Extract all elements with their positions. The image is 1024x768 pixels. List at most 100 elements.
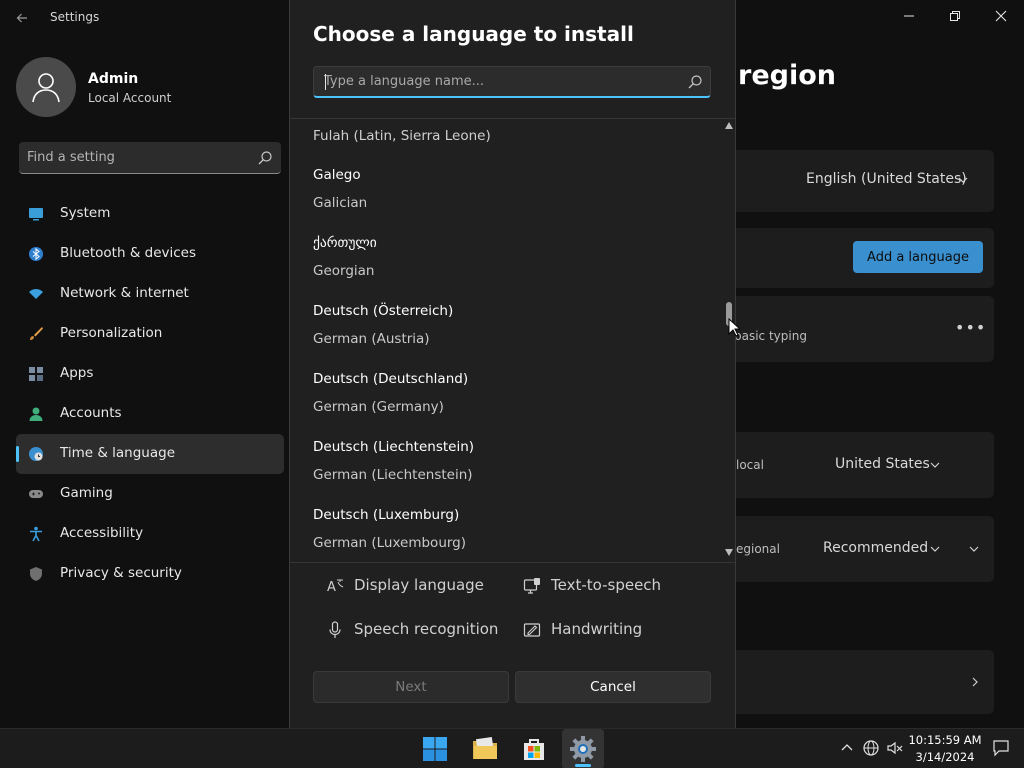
sidebar-item-privacy[interactable]: Privacy & security <box>16 554 284 594</box>
profile-account-type: Local Account <box>88 91 172 105</box>
sidebar-item-bluetooth[interactable]: Bluetooth & devices <box>16 234 284 274</box>
language-english-name: German (Austria) <box>313 331 430 347</box>
next-button[interactable]: Next <box>313 671 509 703</box>
sidebar-item-label: Network & internet <box>60 285 189 301</box>
divider <box>290 562 735 563</box>
sidebar-item-time-language[interactable]: Time & language <box>16 434 284 474</box>
sidebar-item-label: Apps <box>60 365 94 381</box>
text-caret <box>325 74 326 90</box>
list-item[interactable]: Deutsch (Liechtenstein) German (Liechten… <box>290 439 722 507</box>
language-globe-icon[interactable] <box>862 739 880 757</box>
dialog-title: Choose a language to install <box>313 22 634 46</box>
svg-text:A: A <box>327 580 336 595</box>
list-item[interactable]: ქართული Georgian <box>290 235 722 303</box>
settings-taskbar-button[interactable] <box>562 729 604 768</box>
notification-icon[interactable] <box>992 739 1010 757</box>
list-item[interactable]: Deutsch (Deutschland) German (Germany) <box>290 371 722 439</box>
bluetooth-icon <box>29 247 43 261</box>
language-search-input[interactable] <box>314 67 674 96</box>
wifi-icon <box>29 289 43 299</box>
selection-indicator <box>16 446 19 462</box>
user-profile[interactable]: Admin Local Account <box>16 56 266 118</box>
clock-time[interactable]: 10:15:59 AM <box>905 733 985 747</box>
user-icon <box>32 73 60 103</box>
sidebar-item-label: Bluetooth & devices <box>60 245 197 261</box>
start-button[interactable] <box>414 729 456 768</box>
chevron-down-icon <box>930 462 940 468</box>
speaker-muted-icon[interactable] <box>886 739 904 757</box>
chevron-up-icon[interactable] <box>838 739 856 757</box>
close-button[interactable] <box>978 0 1024 32</box>
active-app-indicator <box>575 764 591 767</box>
avatar <box>16 57 76 117</box>
scroll-down-arrow-icon[interactable] <box>725 549 733 556</box>
sidebar-item-label: Gaming <box>60 485 113 501</box>
language-native-name: Deutsch (Deutschland) <box>313 371 469 387</box>
cancel-button[interactable]: Cancel <box>515 671 711 703</box>
file-explorer-button[interactable] <box>464 729 506 768</box>
search-icon[interactable] <box>257 150 273 166</box>
restore-button[interactable] <box>932 0 978 32</box>
sidebar-item-gaming[interactable]: Gaming <box>16 474 284 514</box>
apps-icon <box>29 367 43 381</box>
sidebar-item-network[interactable]: Network & internet <box>16 274 284 314</box>
expand-chevron-icon[interactable] <box>969 544 979 554</box>
find-setting-input[interactable] <box>19 142 249 173</box>
sidebar-item-personalization[interactable]: Personalization <box>16 314 284 354</box>
language-native-name: Deutsch (Liechtenstein) <box>313 439 475 455</box>
minimize-icon <box>904 15 914 17</box>
country-dropdown[interactable]: United States <box>835 456 930 472</box>
language-english-name: German (Liechtenstein) <box>313 467 473 483</box>
list-item[interactable]: Deutsch (Luxemburg) German (Luxembourg) <box>290 507 722 562</box>
sidebar-item-apps[interactable]: Apps <box>16 354 284 394</box>
more-options-icon[interactable]: ••• <box>955 318 986 337</box>
choose-language-dialog: Choose a language to install Fulah (Lati… <box>289 0 736 728</box>
globe-clock-icon <box>29 447 43 461</box>
feature-label: Text-to-speech <box>551 576 662 594</box>
store-button[interactable] <box>513 729 555 768</box>
sidebar-item-accounts[interactable]: Accounts <box>16 394 284 434</box>
scroll-up-arrow-icon[interactable] <box>725 122 733 129</box>
chevron-down-icon <box>930 546 940 552</box>
regional-format-dropdown[interactable]: Recommended <box>823 540 928 556</box>
store-icon <box>524 739 544 760</box>
language-search-box <box>313 66 711 98</box>
person-icon <box>29 407 43 421</box>
sidebar-item-accessibility[interactable]: Accessibility <box>16 514 284 554</box>
add-language-button[interactable]: Add a language <box>853 241 983 273</box>
card-label-fragment: egional <box>736 542 780 556</box>
minimize-button[interactable] <box>886 0 932 32</box>
mouse-pointer-icon <box>728 318 740 337</box>
list-scrollbar[interactable] <box>724 122 734 558</box>
start-icon <box>423 737 447 761</box>
app-title: Settings <box>50 10 100 24</box>
sidebar-nav: System Bluetooth & devices Network & int… <box>16 194 284 594</box>
taskbar: 10:15:59 AM 3/14/2024 <box>0 728 1024 768</box>
sidebar-item-label: Accessibility <box>60 525 144 541</box>
language-native-name: Deutsch (Österreich) <box>313 303 454 319</box>
chevron-right-icon <box>972 677 978 687</box>
sidebar-item-label: Accounts <box>60 405 122 421</box>
sidebar-item-system[interactable]: System <box>16 194 284 234</box>
back-arrow-icon[interactable] <box>12 8 32 28</box>
list-item[interactable]: Fulah (Latin, Sierra Leone) <box>313 128 491 144</box>
display-language-icon: A <box>327 579 344 595</box>
chevron-down-icon <box>958 177 968 183</box>
handwriting-icon <box>523 623 541 637</box>
list-item[interactable]: Galego Galician <box>290 167 722 235</box>
find-setting-box <box>19 142 281 174</box>
language-english-name: Georgian <box>313 263 375 279</box>
list-item[interactable]: Deutsch (Österreich) German (Austria) <box>290 303 722 371</box>
feature-label: Handwriting <box>551 620 643 638</box>
restore-icon <box>950 11 960 21</box>
card-label-fragment: basic typing <box>734 329 807 343</box>
display-language-dropdown[interactable]: English (United States) <box>806 171 967 187</box>
clock-date[interactable]: 3/14/2024 <box>905 750 985 764</box>
search-icon[interactable] <box>687 74 703 90</box>
related-setting-card[interactable] <box>700 650 994 714</box>
feature-label: Speech recognition <box>354 620 499 638</box>
microphone-icon <box>329 621 341 638</box>
language-english-name: Galician <box>313 195 368 211</box>
sidebar-item-label: Privacy & security <box>60 565 182 581</box>
monitor-icon <box>29 208 43 221</box>
